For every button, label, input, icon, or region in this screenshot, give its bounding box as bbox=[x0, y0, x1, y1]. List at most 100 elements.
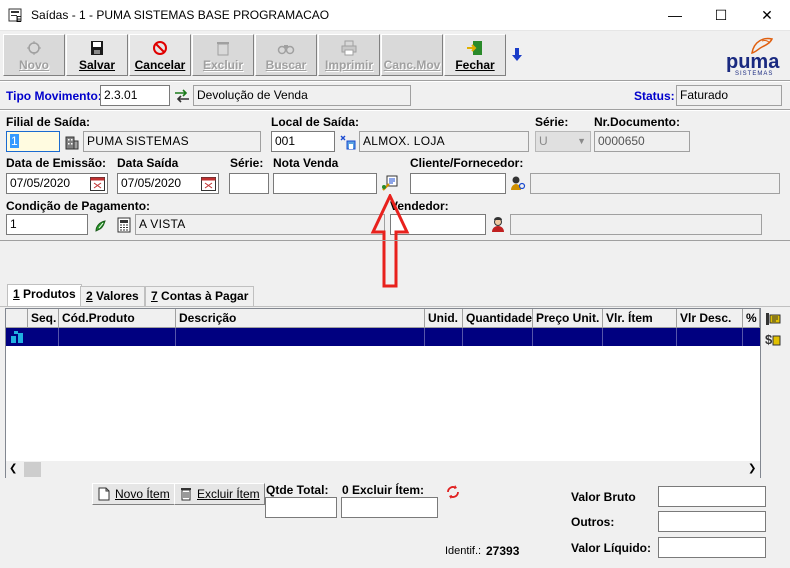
salvar-button[interactable]: Salvar bbox=[66, 34, 128, 76]
new-document-icon bbox=[98, 487, 110, 501]
swap-arrows-icon[interactable] bbox=[174, 88, 190, 104]
outros-field[interactable] bbox=[658, 511, 766, 532]
scroll-left-icon[interactable]: ❮ bbox=[9, 463, 17, 474]
table-cell[interactable] bbox=[463, 328, 533, 346]
calculator-icon[interactable] bbox=[116, 217, 132, 233]
price-tag-icon[interactable]: $ bbox=[765, 331, 781, 347]
condicao-pagamento-name: A VISTA bbox=[135, 214, 385, 235]
grid-header-vlr-item[interactable]: Vlr. Ítem bbox=[603, 309, 677, 328]
serie-select[interactable]: U ▼ bbox=[535, 131, 591, 152]
window-title: Saídas - 1 - PUMA SISTEMAS BASE PROGRAMA… bbox=[31, 8, 330, 22]
close-button[interactable]: ✕ bbox=[744, 0, 790, 31]
printer-icon bbox=[341, 40, 357, 56]
qtde-total-label: Qtde Total: bbox=[266, 483, 329, 497]
table-cell[interactable] bbox=[533, 328, 603, 346]
grid-header-unid[interactable]: Unid. bbox=[425, 309, 463, 328]
table-cell[interactable] bbox=[28, 328, 59, 346]
imprimir-button[interactable]: Imprimir bbox=[318, 34, 380, 76]
buscar-button[interactable]: Buscar bbox=[255, 34, 317, 76]
table-cell[interactable] bbox=[59, 328, 176, 346]
svg-text:$: $ bbox=[765, 332, 773, 347]
grid-header-seq[interactable]: Seq. bbox=[28, 309, 59, 328]
person-search-icon[interactable] bbox=[510, 175, 526, 191]
horizontal-scrollbar[interactable]: ❮ ❯ bbox=[6, 461, 760, 478]
excluir-button[interactable]: Excluir bbox=[192, 34, 254, 76]
search-invoice-icon[interactable] bbox=[381, 175, 399, 192]
canc-mov-button[interactable]: Canc.Mov bbox=[381, 34, 443, 76]
identif-label: Identif.: bbox=[445, 545, 482, 557]
trash-icon bbox=[181, 488, 191, 501]
product-lookup-icon[interactable] bbox=[765, 311, 781, 327]
products-grid[interactable]: Seq. Cód.Produto Descrição Unid. Quantid… bbox=[5, 308, 761, 478]
save-icon bbox=[91, 41, 103, 55]
calendar-icon[interactable] bbox=[90, 176, 105, 191]
refresh-icon[interactable] bbox=[445, 484, 461, 500]
tipo-movimento-code[interactable]: 2.3.01 bbox=[100, 85, 170, 106]
annotation-arrow-icon bbox=[370, 194, 410, 288]
novo-button[interactable]: Novo bbox=[3, 34, 65, 76]
identif-value: 27393 bbox=[486, 544, 520, 558]
tab-produtos[interactable]: 1 Produtos bbox=[7, 284, 82, 307]
novo-item-button[interactable]: Novo Ítem bbox=[92, 483, 175, 505]
data-emissao-label: Data de Emissão: bbox=[6, 156, 107, 170]
valor-liquido-field[interactable] bbox=[658, 537, 766, 558]
calendar-icon[interactable] bbox=[201, 176, 216, 191]
cliente-code-input[interactable] bbox=[410, 173, 506, 194]
grid-header-quantidade[interactable]: Quantidade bbox=[463, 309, 533, 328]
table-cell[interactable] bbox=[603, 328, 677, 346]
cliente-name bbox=[530, 173, 780, 194]
cancelar-button[interactable]: Cancelar bbox=[129, 34, 191, 76]
table-cell[interactable] bbox=[176, 328, 425, 346]
maximize-button[interactable]: ☐ bbox=[698, 0, 744, 31]
title-bar: E Saídas - 1 - PUMA SISTEMAS BASE PROGRA… bbox=[0, 0, 790, 31]
grid-header-vlr-desc[interactable]: Vlr Desc. bbox=[677, 309, 743, 328]
table-row[interactable] bbox=[6, 328, 760, 346]
tab-contas-a-pagar[interactable]: 7 Contas à Pagar bbox=[145, 286, 255, 306]
grid-header-preco-unit[interactable]: Preço Unit. bbox=[533, 309, 603, 328]
nota-venda-input[interactable] bbox=[273, 173, 377, 194]
nota-venda-label: Nota Venda bbox=[273, 156, 339, 170]
table-cell[interactable] bbox=[425, 328, 463, 346]
toolbar: Novo Salvar Cancelar Excluir Buscar Impr… bbox=[0, 31, 790, 79]
dropdown-arrow-icon[interactable] bbox=[511, 47, 523, 63]
tab-valores[interactable]: 2 Valores bbox=[80, 286, 145, 306]
grid-header-descricao[interactable]: Descrição bbox=[176, 309, 425, 328]
fechar-button[interactable]: Fechar bbox=[444, 34, 506, 76]
grid-header-percent[interactable]: % bbox=[743, 309, 760, 328]
status-label: Status: bbox=[634, 89, 675, 103]
serie-label: Série: bbox=[535, 115, 569, 129]
valor-liquido-label: Valor Líquido: bbox=[571, 541, 651, 555]
filial-name: PUMA SISTEMAS bbox=[83, 131, 261, 152]
local-code-input[interactable]: 001 bbox=[271, 131, 335, 152]
excluir-item-field[interactable] bbox=[341, 497, 438, 518]
row-edit-icon bbox=[11, 331, 23, 343]
grid-header-cod-produto[interactable]: Cód.Produto bbox=[59, 309, 176, 328]
exit-door-icon bbox=[467, 41, 482, 55]
valor-bruto-field[interactable] bbox=[658, 486, 766, 507]
logo-subtext: SISTEMAS bbox=[735, 71, 774, 77]
filial-label: Filial de Saída: bbox=[6, 115, 91, 129]
building-icon[interactable] bbox=[64, 134, 80, 150]
salesperson-icon[interactable] bbox=[490, 217, 506, 233]
excluir-item-button[interactable]: Excluir Ítem bbox=[174, 483, 265, 505]
data-emissao-input[interactable]: 07/05/2020 bbox=[6, 173, 108, 194]
warehouse-icon[interactable] bbox=[340, 134, 356, 150]
local-label: Local de Saída: bbox=[271, 115, 360, 129]
separator bbox=[0, 81, 790, 82]
data-saida-label: Data Saída bbox=[117, 156, 179, 170]
table-cell[interactable] bbox=[677, 328, 743, 346]
outros-label: Outros: bbox=[571, 515, 615, 529]
tipo-movimento-desc: Devolução de Venda bbox=[193, 85, 411, 106]
serie2-input[interactable] bbox=[229, 173, 269, 194]
qtde-total-field[interactable] bbox=[265, 497, 337, 518]
money-hand-icon[interactable] bbox=[93, 217, 109, 233]
scrollbar-thumb[interactable] bbox=[24, 462, 41, 477]
cliente-fornecedor-label: Cliente/Fornecedor: bbox=[410, 156, 524, 170]
data-saida-input[interactable]: 07/05/2020 bbox=[117, 173, 219, 194]
valor-bruto-label: Valor Bruto bbox=[571, 490, 636, 504]
scroll-right-icon[interactable]: ❯ bbox=[748, 463, 756, 474]
minimize-button[interactable]: — bbox=[652, 0, 698, 31]
filial-code-input[interactable]: 1 bbox=[6, 131, 60, 152]
status-value: Faturado bbox=[676, 85, 782, 106]
condicao-pagamento-code-input[interactable]: 1 bbox=[6, 214, 88, 235]
